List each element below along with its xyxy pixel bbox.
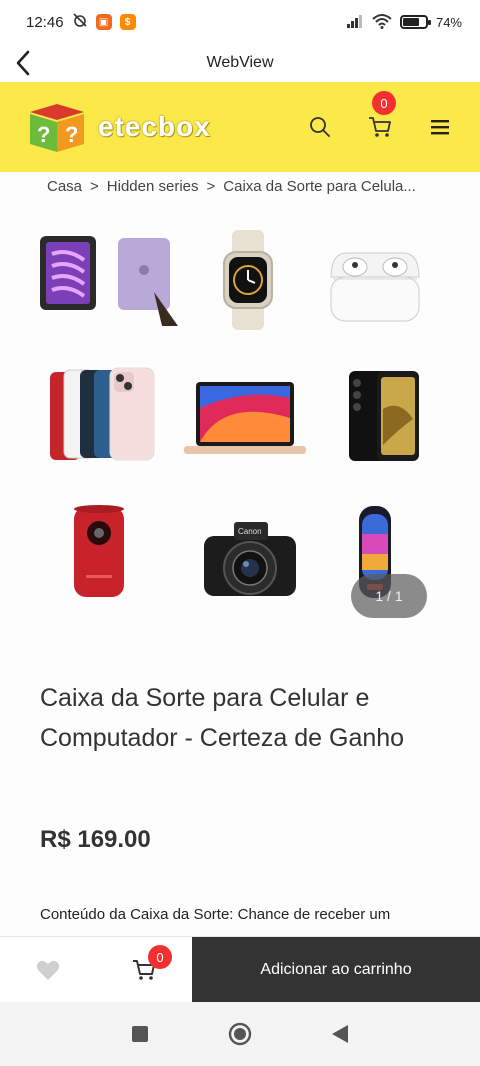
notification-app-icon: ▣ <box>95 14 112 30</box>
product-description: Conteúdo da Caixa da Sorte: Chance de re… <box>40 906 391 923</box>
search-icon <box>310 117 330 137</box>
macbook-air-image <box>184 376 306 462</box>
breadcrumb-category[interactable]: Hidden series <box>107 178 199 195</box>
status-bar: 12:46 ▣ $ 74% <box>0 0 480 44</box>
bottom-cart-badge: 0 <box>148 945 172 969</box>
signal-icon <box>346 14 364 31</box>
battery-percent: 74% <box>435 14 462 30</box>
search-button[interactable] <box>304 111 336 143</box>
breadcrumb-current: Caixa da Sorte para Celula... <box>223 178 416 195</box>
airpods-pro-image <box>320 240 430 328</box>
battery-icon <box>399 15 431 29</box>
hamburger-menu-icon <box>431 120 449 135</box>
svg-text:?: ? <box>65 122 78 147</box>
recents-button[interactable] <box>122 1016 158 1052</box>
triangle-back-icon <box>332 1025 348 1043</box>
chevron-left-icon <box>16 50 30 76</box>
site-header: ? ? etecbox 0 <box>0 82 480 172</box>
bottom-action-bar: 0 Adicionar ao carrinho <box>0 936 480 1002</box>
header-cart-button[interactable]: 0 <box>364 91 396 143</box>
galaxy-s22-image <box>340 368 426 464</box>
system-navigation-bar <box>0 1002 480 1066</box>
back-nav-button[interactable] <box>322 1016 358 1052</box>
etecbox-logo[interactable]: ? ? etecbox <box>24 100 211 154</box>
status-time: 12:46 <box>26 13 64 31</box>
svg-text:Canon: Canon <box>238 527 262 536</box>
home-button[interactable] <box>222 1016 258 1052</box>
canon-camera-image: Canon <box>196 512 304 604</box>
webview-bar: WebView <box>0 44 480 82</box>
webview-title: WebView <box>206 54 274 71</box>
breadcrumb-home[interactable]: Casa <box>47 178 82 195</box>
product-price: R$ 169.00 <box>40 826 151 853</box>
favorite-button[interactable] <box>0 937 96 1002</box>
wifi-icon <box>372 13 392 32</box>
product-image-gallery[interactable]: Canon <box>30 218 450 628</box>
add-to-cart-button[interactable]: Adicionar ao carrinho <box>192 937 480 1002</box>
iphone-13-image <box>48 366 160 462</box>
product-title: Caixa da Sorte para Celular e Computador… <box>40 684 405 752</box>
cart-icon <box>369 117 391 137</box>
slide-counter: 1 / 1 <box>351 574 427 618</box>
ipad-mini-image <box>38 230 178 326</box>
header-cart-badge: 0 <box>372 91 396 115</box>
breadcrumb-separator: > <box>206 178 216 195</box>
square-icon <box>132 1026 148 1042</box>
circle-icon <box>228 1022 252 1046</box>
svg-text:?: ? <box>37 122 50 147</box>
logo-text: etecbox <box>98 111 211 142</box>
shopping-app-icon: $ <box>119 14 136 30</box>
projector-image <box>66 502 132 602</box>
heart-icon <box>36 960 60 980</box>
back-button[interactable] <box>6 46 40 80</box>
menu-button[interactable] <box>424 111 456 143</box>
apple-watch-image <box>202 230 294 330</box>
bottom-cart-button[interactable]: 0 <box>96 937 192 1002</box>
breadcrumb: Casa > Hidden series > Caixa da Sorte pa… <box>47 178 457 195</box>
breadcrumb-separator: > <box>90 178 99 195</box>
mystery-box-icon: ? ? <box>30 104 84 152</box>
alarm-off-icon <box>72 12 88 32</box>
